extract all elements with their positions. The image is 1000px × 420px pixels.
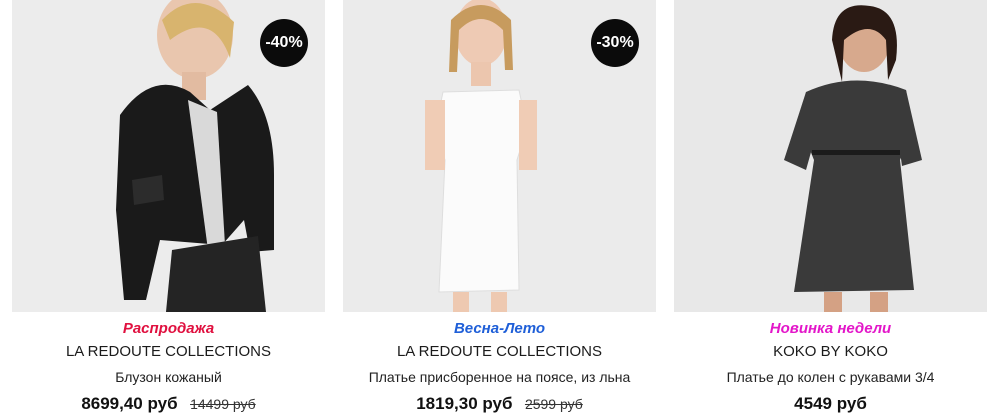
product-brand[interactable]: LA REDOUTE COLLECTIONS [343, 342, 656, 362]
current-price: 8699,40 руб [81, 394, 178, 413]
old-price: 14499 руб [190, 396, 256, 412]
product-card[interactable]: -40% Распродажа LA REDOUTE COLLECTIONS Б… [12, 0, 325, 420]
product-brand[interactable]: LA REDOUTE COLLECTIONS [12, 342, 325, 362]
current-price: 1819,30 руб [416, 394, 513, 413]
product-name[interactable]: Платье до колен с рукавами 3/4 [674, 367, 987, 387]
product-name[interactable]: Блузон кожаный [12, 367, 325, 387]
discount-badge: -30% [591, 19, 639, 67]
product-tag: Распродажа [122, 320, 215, 337]
product-tag: Весна-Лето [453, 320, 546, 337]
price-row: 8699,40 руб 14499 руб [12, 393, 325, 415]
product-card[interactable]: -30% Весна-Лето LA REDOUTE COLLECTIONS П… [343, 0, 656, 420]
discount-badge: -40% [260, 19, 308, 67]
product-card[interactable]: Новинка недели KOKO BY KOKO Платье до ко… [674, 0, 987, 420]
price-row: 1819,30 руб 2599 руб [343, 393, 656, 415]
price-row: 4549 руб [674, 393, 987, 415]
product-tag: Новинка недели [769, 320, 892, 337]
product-brand[interactable]: KOKO BY KOKO [674, 342, 987, 362]
old-price: 2599 руб [524, 396, 583, 412]
product-name[interactable]: Платье присборенное на поясе, из льна [343, 367, 656, 387]
knee-dress-photo [674, 0, 987, 312]
product-image-leather-jacket[interactable]: -40% [12, 0, 325, 312]
product-grid: -40% Распродажа LA REDOUTE COLLECTIONS Б… [0, 0, 1000, 420]
current-price: 4549 руб [794, 394, 867, 413]
product-image-knee-dress[interactable] [674, 0, 987, 312]
product-image-linen-dress[interactable]: -30% [343, 0, 656, 312]
